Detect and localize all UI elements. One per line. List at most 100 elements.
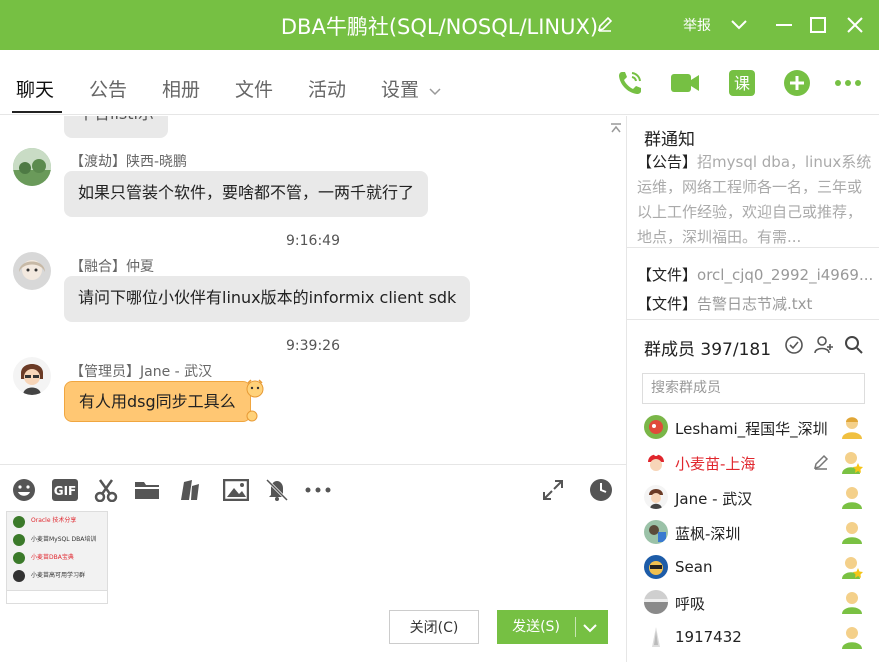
tab-album[interactable]: 相册: [162, 75, 200, 102]
avatar: [644, 520, 668, 544]
send-options-chevron-icon[interactable]: [583, 621, 597, 637]
avatar: [644, 625, 668, 649]
member-role-icon: [841, 485, 863, 513]
avatar[interactable]: [13, 357, 51, 395]
bell-off-icon[interactable]: [264, 477, 290, 503]
member-item[interactable]: Jane - 武汉: [644, 482, 874, 512]
member-item[interactable]: 呼吸: [644, 587, 874, 617]
chat-window: DBA牛鹏社(SQL/NOSQL/LINUX) 举报 聊天 公告 相册 文件 活…: [0, 0, 879, 662]
file-tag: 【文件】: [637, 266, 698, 284]
divider: [627, 319, 879, 320]
members-chat-icon[interactable]: [784, 335, 804, 359]
thumb-row-text: 小麦苗DBA宝典: [31, 554, 74, 561]
member-role-icon: [841, 520, 863, 548]
file-item[interactable]: 【文件】告警日志节减.txt: [637, 293, 873, 314]
add-app-icon[interactable]: [782, 68, 812, 98]
member-name: Sean: [675, 558, 713, 576]
tab-announcement[interactable]: 公告: [89, 75, 127, 102]
file-name: orcl_cjq0_2992_i4969...: [697, 266, 873, 284]
file-item[interactable]: 【文件】orcl_cjq0_2992_i4969...: [637, 264, 873, 285]
notice-body[interactable]: 【公告】招mysql dba，linux系统运维，网络工程师各一名，三年或以上工…: [637, 150, 873, 248]
member-item[interactable]: Sean: [644, 552, 874, 582]
notice-title: 群通知: [644, 130, 695, 150]
video-icon[interactable]: [670, 68, 700, 98]
shake-icon[interactable]: [177, 477, 203, 503]
tab-bar: 聊天 公告 相册 文件 活动 设置 课: [0, 50, 879, 115]
member-name: 1917432: [675, 628, 742, 646]
member-role-icon: [841, 450, 863, 478]
invite-member-icon[interactable]: [814, 335, 834, 359]
svg-text:课: 课: [734, 74, 750, 93]
send-button-label: 发送(S): [512, 619, 560, 635]
notice-tag: 【公告】: [637, 153, 698, 171]
pasted-image-thumbnail[interactable]: Oracle 技术分享 小麦苗MySQL DBA培训 小麦苗DBA宝典 小麦苗高…: [6, 511, 108, 604]
maximize-button[interactable]: [806, 13, 830, 37]
member-name: 呼吸: [675, 595, 706, 613]
report-link[interactable]: 举报: [683, 15, 711, 35]
message-timestamp: 9:39:26: [286, 338, 340, 354]
tab-files[interactable]: 文件: [235, 75, 273, 102]
edit-icon[interactable]: [812, 453, 830, 475]
message-sender[interactable]: 【融合】仲夏: [70, 256, 154, 276]
send-button[interactable]: 发送(S): [497, 610, 608, 644]
message-list[interactable]: 不合listi示 【渡劫】陕西-晓鹏 如果只管装个软件，要啥都不管，一两千就行了…: [0, 116, 626, 464]
message-timestamp: 9:16:49: [286, 233, 340, 249]
close-button[interactable]: 关闭(C): [389, 610, 479, 644]
message-sender[interactable]: 【渡劫】陕西-晓鹏: [70, 151, 187, 171]
member-item[interactable]: 1917432: [644, 622, 874, 652]
message-sender[interactable]: 【管理员】Jane - 武汉: [70, 361, 212, 381]
minimize-button[interactable]: [772, 13, 796, 37]
member-role-icon: [841, 625, 863, 653]
history-clock-icon[interactable]: [588, 477, 614, 503]
avatar[interactable]: [13, 148, 51, 186]
collapse-panel-icon[interactable]: [610, 118, 622, 137]
thumb-avatar: [13, 552, 25, 564]
message-bubble-admin: 有人用dsg同步工具么: [64, 381, 251, 422]
svg-text:GIF: GIF: [54, 484, 77, 498]
search-icon[interactable]: [844, 335, 864, 359]
file-name: 告警日志节减.txt: [697, 295, 813, 313]
member-search-input[interactable]: 搜索群成员: [642, 373, 865, 404]
thumb-row-text: 小麦苗MySQL DBA培训: [31, 536, 97, 543]
input-toolbar: GIF: [0, 464, 626, 512]
member-role-icon: [841, 590, 863, 618]
expand-icon[interactable]: [540, 477, 566, 503]
message-bubble: 不合listi示: [64, 116, 168, 138]
member-item[interactable]: Leshami_程国华_深圳: [644, 412, 874, 442]
tab-chat[interactable]: 聊天: [16, 75, 54, 102]
divider: [627, 247, 879, 248]
close-window-button[interactable]: [843, 13, 867, 37]
course-icon[interactable]: 课: [727, 68, 757, 98]
bubble-decoration-icon: [245, 378, 265, 402]
dropdown-chevron-icon[interactable]: [727, 13, 751, 37]
thumb-row-text: 小麦苗高可用学习群: [31, 572, 86, 579]
image-icon[interactable]: [223, 477, 249, 503]
avatar: [644, 450, 668, 474]
message-bubble: 如果只管装个软件，要啥都不管，一两千就行了: [64, 171, 429, 217]
gif-icon[interactable]: GIF: [51, 477, 79, 503]
member-item[interactable]: 小麦苗-上海: [644, 447, 874, 477]
avatar: [644, 485, 668, 509]
tab-settings[interactable]: 设置: [381, 75, 419, 102]
phone-icon[interactable]: [615, 68, 645, 98]
more-tools-icon[interactable]: [305, 477, 331, 503]
send-divider: [575, 617, 576, 637]
member-item[interactable]: 蓝枫-深圳: [644, 517, 874, 547]
message-bubble: 请问下哪位小伙伴有linux版本的informix client sdk: [64, 276, 471, 322]
scissors-icon[interactable]: [93, 477, 119, 503]
emoji-icon[interactable]: [11, 477, 37, 503]
avatar: [644, 555, 668, 579]
edit-title-icon[interactable]: [596, 15, 614, 37]
more-icon[interactable]: [833, 68, 863, 98]
settings-chevron-icon[interactable]: [429, 81, 441, 100]
file-tag: 【文件】: [637, 295, 698, 313]
avatar[interactable]: [13, 252, 51, 290]
tab-activities[interactable]: 活动: [308, 75, 346, 102]
member-name: 蓝枫-深圳: [675, 525, 741, 543]
group-info-panel: 群通知 【公告】招mysql dba，linux系统运维，网络工程师各一名，三年…: [626, 116, 879, 662]
members-title: 群成员 397/181: [644, 340, 772, 360]
member-role-icon: [841, 415, 863, 443]
folder-icon[interactable]: [134, 477, 160, 503]
member-name: Leshami_程国华_深圳: [675, 420, 828, 438]
bubble-decoration-icon: [245, 408, 259, 427]
